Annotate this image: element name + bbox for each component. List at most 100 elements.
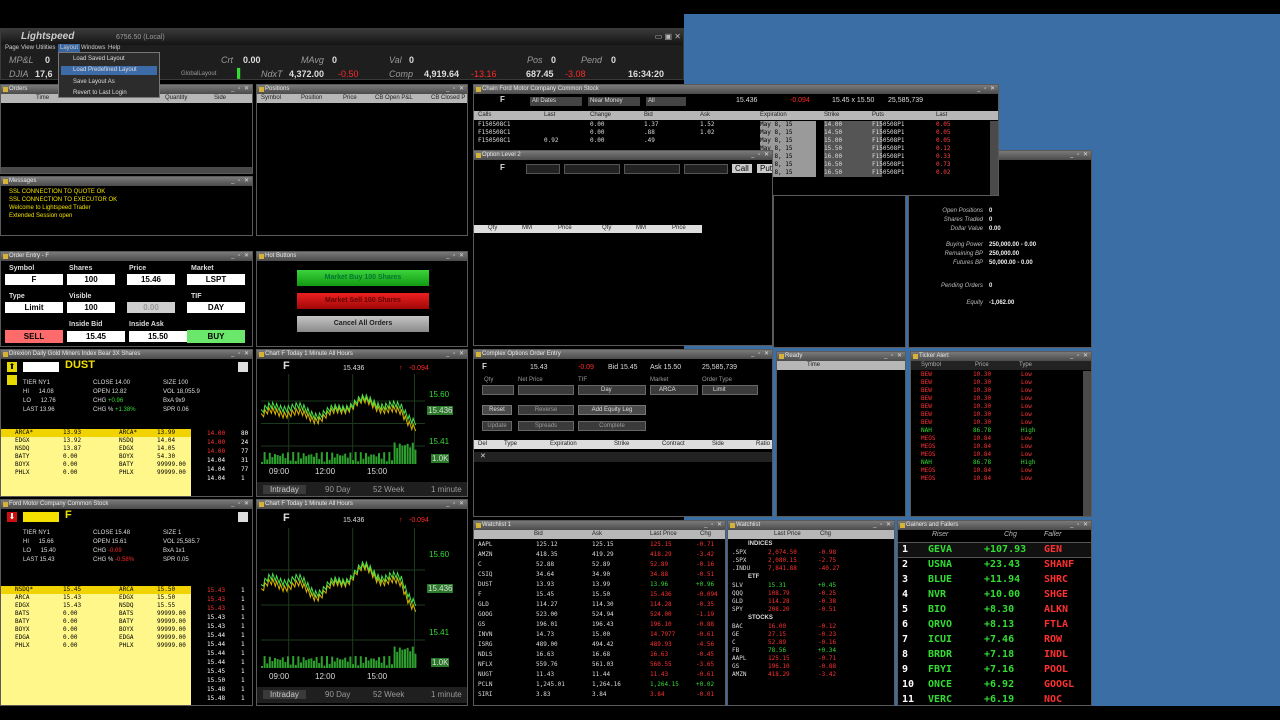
col-symbol[interactable]: Symbol <box>261 94 281 103</box>
col-price[interactable]: Price <box>343 94 357 103</box>
level2-field-b[interactable] <box>564 164 620 174</box>
tab-90-day[interactable]: 90 Day <box>325 690 350 699</box>
window-controls[interactable]: _ ▫ ✕ <box>1070 521 1089 530</box>
watchlist2-row[interactable]: FB 78.56 +0.34 <box>728 647 894 655</box>
chain-col-header[interactable]: Puts <box>872 111 884 120</box>
watchlist-row[interactable]: GOOG 523.00 524.94 524.00 -1.19 <box>474 610 725 620</box>
watchlist2-row[interactable]: AAPL 125.15 -0.71 <box>728 655 894 663</box>
gainer-row[interactable]: 11 VERC +6.19 NOC <box>898 693 1091 705</box>
hot-buttons-title-bar[interactable]: Hot Buttons _ ▫ ✕ <box>257 252 467 261</box>
gainer-row[interactable]: 7 ICUI +7.46 ROW <box>898 633 1091 647</box>
window-controls[interactable]: _ ▫ ✕ <box>751 151 770 160</box>
tab-52-week[interactable]: 52 Week <box>373 690 404 699</box>
watchlist-row[interactable]: C 52.88 52.89 52.89 -0.16 <box>474 560 725 570</box>
watchlist-row[interactable]: AMZN 418.35 419.29 418.29 -3.42 <box>474 550 725 560</box>
symbol-input[interactable] <box>23 362 59 372</box>
book-row[interactable]: ARCA 15.43 EDGX 15.50 <box>1 594 191 602</box>
window-controls[interactable]: _ ▫ ✕ <box>231 177 250 186</box>
gainer-row[interactable]: 4 NVR +10.00 SHGE <box>898 588 1091 602</box>
col-mm[interactable]: MM <box>522 224 532 233</box>
complete-button[interactable]: Complete <box>578 421 646 431</box>
horizontal-scrollbar[interactable] <box>1 167 252 173</box>
watchlist-row[interactable]: INVN 14.73 15.00 14.7977 -0.61 <box>474 630 725 640</box>
messages-title-bar[interactable]: Messages _ ▫ ✕ <box>1 177 252 186</box>
col-faller[interactable]: Faller <box>1044 530 1062 539</box>
window-controls[interactable]: _ ▫ ✕ <box>446 500 465 509</box>
watchlist-row[interactable]: GLD 114.27 114.30 114.28 -0.35 <box>474 600 725 610</box>
leg-col-header[interactable]: Del <box>478 440 487 449</box>
alert-row[interactable]: BEW 10.30 Low <box>911 379 1085 387</box>
col-price[interactable]: Price <box>672 224 686 233</box>
watchlist2-row[interactable]: .SPX 2,074.50 -0.98 <box>728 549 894 557</box>
book-row[interactable]: EDGA 0.00 EDGA 99999.00 <box>1 634 191 642</box>
level2-title-bar[interactable]: Direxion Daily Gold Miners Index Bear 3X… <box>1 350 252 359</box>
sell-button[interactable]: SELL <box>5 330 63 343</box>
alert-row[interactable]: MEOS 10.84 Low <box>911 475 1085 483</box>
watchlist-col-header[interactable]: Last Price <box>650 530 677 539</box>
col-last-price[interactable]: Last Price <box>774 530 801 539</box>
menu-save-layout-as[interactable]: Save Layout As <box>73 78 115 87</box>
window-controls[interactable]: _ ▫ ✕ <box>231 500 250 509</box>
symbol-input[interactable]: F <box>5 274 63 285</box>
window-controls[interactable]: _ ▫ ✕ <box>884 352 903 361</box>
moneyness-select[interactable]: Near Money <box>588 97 640 106</box>
col-riser[interactable]: Riser <box>932 530 948 539</box>
watchlist2-row[interactable]: GS 196.10 -0.88 <box>728 663 894 671</box>
gainer-row[interactable]: 10 ONCE +6.92 GOOGL <box>898 678 1091 692</box>
watchlist-col-header[interactable]: Bid <box>534 530 543 539</box>
leg-row[interactable]: ✕ <box>474 452 772 462</box>
tab-90-day[interactable]: 90 Day <box>325 485 350 494</box>
watchlist-row[interactable]: CSIQ 34.64 34.90 34.88 -0.51 <box>474 570 725 580</box>
book-row[interactable]: EDGX 15.43 NSDQ 15.55 <box>1 602 191 610</box>
market-buy-button[interactable]: Market Buy 100 Shares <box>297 270 429 286</box>
chain-col-header[interactable]: Ask <box>700 111 710 120</box>
watchlist2-row[interactable]: SLV 15.31 +0.45 <box>728 582 894 590</box>
order-type-select[interactable]: Limit <box>702 385 758 395</box>
watchlist-row[interactable]: AAPL 125.12 125.15 125.15 -0.71 <box>474 540 725 550</box>
tif-select[interactable]: Day <box>578 385 646 395</box>
watchlist-row[interactable]: ISRG 489.00 494.42 489.93 -4.56 <box>474 640 725 650</box>
qty-input[interactable] <box>482 385 514 395</box>
window-controls[interactable]: _ ▫ ✕ <box>231 350 250 359</box>
book-row[interactable]: PHLX 0.00 PHLX 99999.00 <box>1 469 191 477</box>
book-row[interactable]: BATS 0.00 BATS 99999.00 <box>1 610 191 618</box>
add-equity-leg-button[interactable]: Add Equity Leg <box>578 405 646 415</box>
book-row[interactable]: NSDQ 13.87 EDGX 14.05 <box>1 445 191 453</box>
level2-field-d[interactable] <box>684 164 728 174</box>
gainer-row[interactable]: 5 BIO +8.30 ALKN <box>898 603 1091 617</box>
alert-row[interactable]: NAH 86.78 High <box>911 427 1085 435</box>
watchlist2-row[interactable]: .INDU 7,841.88 -40.27 <box>728 565 894 573</box>
menu-view[interactable]: View <box>21 44 34 53</box>
reset-button[interactable]: Reset <box>482 405 512 415</box>
chart-title-bar[interactable]: Chart F Today 1 Minute All Hours _ ▫ ✕ <box>257 500 467 509</box>
strikes-select[interactable]: All <box>646 97 686 106</box>
window-controls[interactable]: _ ▫ ✕ <box>446 350 465 359</box>
shares-input[interactable]: 100 <box>67 274 115 285</box>
watchlist2-row[interactable]: QQQ 108.79 -0.25 <box>728 590 894 598</box>
positions-title-bar[interactable]: Positions _ ▫ ✕ <box>257 85 467 94</box>
level2-title-bar[interactable]: Ford Motor Company Common Stock _ ▫ ✕ <box>1 500 252 509</box>
col-symbol[interactable]: Symbol <box>921 361 941 370</box>
tab-52-week[interactable]: 52 Week <box>373 485 404 494</box>
watchlist2-row[interactable]: SPY 208.20 -0.51 <box>728 606 894 614</box>
menu-utilities[interactable]: Utilities <box>36 44 55 53</box>
chain-col-header[interactable]: Last <box>936 111 947 120</box>
alert-row[interactable]: MEOS 10.84 Low <box>911 443 1085 451</box>
price-input[interactable]: 15.46 <box>127 274 175 285</box>
col-quantity[interactable]: Quantity <box>165 94 187 103</box>
watchlist2-title-bar[interactable]: Watchlist _ ▫ ✕ <box>728 521 894 530</box>
alert-row[interactable]: MEOS 10.84 Low <box>911 435 1085 443</box>
book-row[interactable]: BATY 0.00 BOYX 54.30 <box>1 453 191 461</box>
col-price[interactable]: Price <box>975 361 989 370</box>
window-controls[interactable]: _ ▫ ✕ <box>231 252 250 261</box>
chain-row[interactable]: F150508C1 0.00 1.37 1.52 May 8, 15 14.00 F1505… <box>474 121 998 129</box>
cancel-all-orders-button[interactable]: Cancel All Orders <box>297 316 429 332</box>
watchlist-row[interactable]: NDLS 16.63 16.68 16.63 -0.45 <box>474 650 725 660</box>
level2-field-c[interactable] <box>624 164 680 174</box>
watchlist2-row[interactable]: .SPX 2,080.15 -2.75 <box>728 557 894 565</box>
window-controls[interactable]: _ ▫ ✕ <box>751 350 770 359</box>
gainer-row[interactable]: 2 USNA +23.43 SHANF <box>898 558 1091 572</box>
buy-button[interactable]: BUY <box>187 330 245 343</box>
alert-row[interactable]: BEW 10.30 Low <box>911 371 1085 379</box>
window-controls[interactable]: ▭ ▣ ✕ <box>655 32 681 41</box>
